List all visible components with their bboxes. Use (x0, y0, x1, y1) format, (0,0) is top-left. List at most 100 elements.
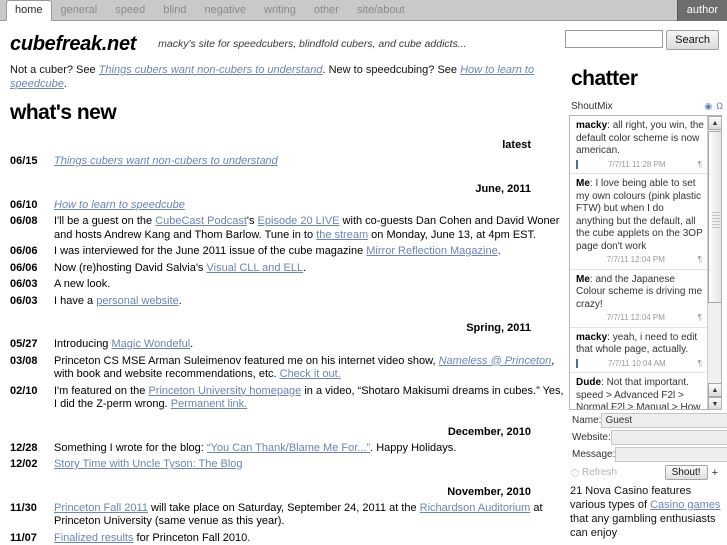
news-description: Things cubers want non-cubers to underst… (54, 154, 565, 171)
news-text: . (190, 338, 194, 350)
shoutmix-header: ShoutMix ◉ Ω (569, 101, 727, 115)
news-link[interactable]: CubeCast Podcast (155, 215, 247, 227)
news-table: 06/15 Things cubers want non-cubers to un… (10, 154, 565, 171)
news-text: . (178, 294, 182, 307)
news-link[interactable]: Finalized results (54, 532, 133, 544)
shoutmix-brand: ShoutMix (571, 101, 613, 112)
news-row: 02/10 I'm featured on the Princeton Unive… (10, 384, 565, 414)
shout-button[interactable]: Shout! (664, 465, 708, 480)
intro-link-non-cubers[interactable]: Things cubers want non-cubers to underst… (99, 64, 323, 76)
news-description: Finalized results for Princeton Fall 201… (54, 531, 565, 545)
nav-tab-speed[interactable]: speed (106, 0, 154, 20)
scroll-down-icon[interactable]: ▼ (708, 397, 721, 409)
news-link[interactable]: Richardson Auditorium (420, 502, 531, 514)
news-period-heading: June, 2011 (475, 182, 531, 195)
chatter-sidebar: chatter ShoutMix ◉ Ω macky: all right, y… (567, 59, 727, 540)
news-text: Something I wrote for the blog: (54, 441, 207, 454)
refresh-control[interactable]: Refresh (571, 467, 617, 478)
name-input[interactable] (601, 413, 727, 428)
news-date: 06/06 (10, 261, 38, 274)
shout-author: Me (576, 178, 590, 189)
shoutbox: macky: all right, you win, the default c… (569, 115, 722, 410)
site-logo[interactable]: cubefreak.net (10, 33, 136, 56)
news-link[interactable]: Mirror Reflection Magazine (366, 245, 497, 257)
news-period-heading: Spring, 2011 (466, 322, 531, 334)
news-description: Introducing Magic Wondeful. (54, 337, 565, 354)
news-description: I'll be a guest on the CubeCast Podcast'… (54, 214, 565, 244)
shout-timestamp: 7/7/11 12:04 PM (606, 255, 665, 264)
news-row: 06/06 Now (re)hosting David Salvia's Visu… (10, 261, 565, 278)
news-link[interactable]: Magic Wondeful (111, 338, 190, 350)
intro-text-3: . (63, 78, 67, 90)
news-link[interactable]: personal website (96, 295, 179, 307)
news-link[interactable]: “You Can Thank/Blame Me For...” (207, 442, 370, 454)
news-text: I was interviewed for the June 2011 issu… (54, 245, 367, 257)
chatter-title: chatter (571, 67, 638, 90)
news-row: 05/27 Introducing Magic Wondeful. (10, 337, 565, 354)
news-link[interactable]: Nameless @ Princeton (439, 355, 552, 367)
shout-meta-row: 7/7/11 11:28 PM ¶ (576, 158, 704, 172)
shout-permalink-icon[interactable]: ¶ (698, 254, 704, 267)
sound-icon[interactable]: Ω (716, 102, 723, 111)
search-button[interactable]: Search (666, 30, 719, 50)
search-input[interactable] (565, 30, 664, 48)
shout-meta-row: 7/7/11 12:04 PM ¶ (576, 311, 704, 325)
website-input[interactable] (610, 430, 727, 445)
author-button[interactable]: author (676, 0, 727, 21)
nav-tab-negative[interactable]: negative (195, 0, 255, 20)
news-date: 12/02 (10, 458, 38, 470)
nav-tab-writing[interactable]: writing (255, 0, 305, 20)
top-navigation-bar: home general speed blind negative writing othe… (0, 0, 727, 21)
nav-tab-list: home general speed blind negative writing othe… (6, 0, 414, 21)
shout-text: and the Japanese Colour scheme is drivin… (576, 273, 703, 310)
shout-author: Dude (576, 377, 601, 388)
news-text: for Princeton Fall 2010. (133, 531, 251, 544)
news-text: . (303, 261, 307, 274)
scrollbar-thumb[interactable] (708, 131, 721, 303)
nav-tab-site-about[interactable]: site/about (348, 0, 414, 20)
shout-permalink-icon[interactable]: ¶ (698, 312, 704, 325)
shout-author: macky (576, 120, 608, 131)
shout-form: Name: Website: Message: Refresh Shout! + (569, 413, 727, 480)
news-text: A new look. (54, 278, 111, 290)
shout-permalink-icon[interactable]: ¶ (698, 358, 704, 371)
news-row: 03/08 Princeton CS MSE Arman Suleimenov f… (10, 354, 565, 384)
message-input[interactable] (615, 447, 727, 462)
news-link[interactable]: Permanent link. (171, 398, 247, 410)
scroll-up-icon-2[interactable]: ▲ (708, 383, 721, 397)
news-link[interactable]: Things cubers want non-cubers to underst… (54, 155, 278, 167)
nav-tab-general[interactable]: general (52, 0, 107, 20)
news-row: 06/10 How to learn to speedcube (10, 198, 565, 215)
settings-icon[interactable]: ◉ (704, 102, 712, 111)
news-link[interactable]: Visual CLL and ELL (207, 262, 304, 274)
news-row: 06/03 A new look. (10, 277, 565, 294)
expand-plus-button[interactable]: + (708, 467, 722, 479)
news-row: 06/03 I have a personal website. (10, 294, 565, 311)
intro-line: Not a cuber? See Things cubers want non-… (6, 59, 561, 91)
news-link[interactable]: Princeton University homepage (148, 385, 301, 397)
nav-tab-home[interactable]: home (6, 0, 52, 21)
nav-tab-other[interactable]: other (305, 0, 348, 20)
news-table: 11/30 Princeton Fall 2011 will take place… (10, 501, 565, 545)
shout-message: macky: yeah, i need to edit that whole p… (570, 328, 709, 373)
news-text: Princeton CS MSE Arman Suleimenov featur… (54, 354, 439, 367)
nav-tab-blind[interactable]: blind (154, 0, 195, 20)
shout-meta-row: 7/7/11 12:04 PM ¶ (576, 253, 704, 267)
shoutbox-scrollbar[interactable]: ▲ ▲ ▼ (707, 116, 721, 409)
news-link[interactable]: Episode 20 LIVE (258, 215, 340, 227)
news-link[interactable]: Princeton Fall 2011 (54, 502, 148, 514)
scroll-up-icon[interactable]: ▲ (708, 116, 721, 130)
news-row: 06/08 I'll be a guest on the CubeCast Pod… (10, 214, 565, 244)
news-table: 05/27 Introducing Magic Wondeful. 03/08 Pri… (10, 337, 565, 414)
website-label: Website: (572, 432, 611, 443)
news-link[interactable]: How to learn to speedcube (54, 199, 185, 211)
news-link[interactable]: the stream (316, 229, 368, 241)
news-link[interactable]: Check it out. (280, 368, 341, 380)
shout-message: Me: I love being able to set my own colo… (570, 174, 709, 270)
refresh-label: Refresh (582, 467, 618, 478)
ad-link-casino-games[interactable]: Casino games (650, 499, 720, 511)
news-description: I was interviewed for the June 2011 issu… (54, 244, 565, 261)
news-link[interactable]: Story Time with Uncle Tyson: The Blog (54, 458, 243, 470)
shout-permalink-icon[interactable]: ¶ (698, 159, 704, 172)
shout-author: Me (576, 273, 590, 285)
